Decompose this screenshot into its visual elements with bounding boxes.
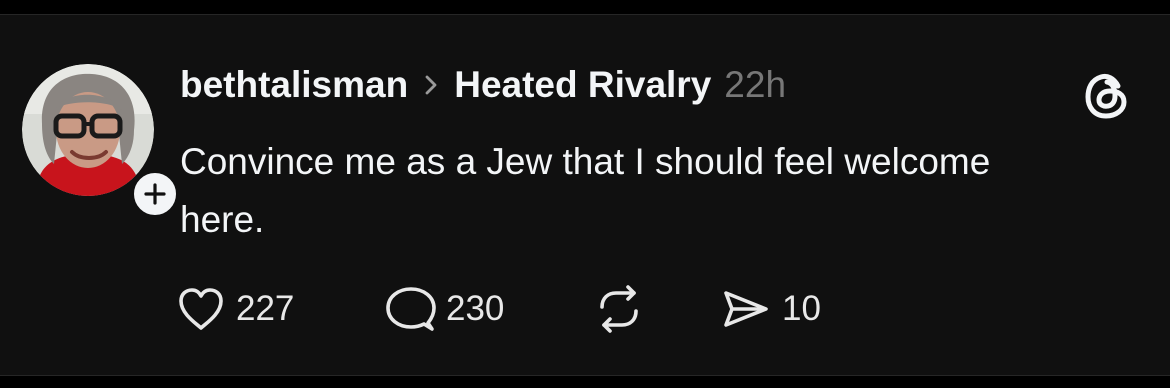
avatar-container bbox=[22, 64, 180, 219]
share-button[interactable]: 10 bbox=[720, 287, 821, 331]
repost-icon bbox=[600, 285, 638, 333]
like-button[interactable]: 227 bbox=[176, 286, 384, 332]
share-count: 10 bbox=[782, 289, 821, 328]
action-bar: 227 230 10 bbox=[176, 285, 821, 333]
heart-icon bbox=[179, 288, 223, 330]
username-link[interactable]: bethtalisman bbox=[180, 61, 408, 109]
follow-button[interactable] bbox=[130, 169, 180, 219]
comment-bubble-icon bbox=[386, 287, 436, 331]
threads-logo-icon[interactable] bbox=[1080, 69, 1134, 123]
reply-count: 230 bbox=[446, 289, 505, 328]
plus-icon bbox=[144, 183, 166, 205]
post-card[interactable]: bethtalisman Heated Rivalry 22h Convince… bbox=[0, 14, 1170, 376]
post-text: Convince me as a Jew that I should feel … bbox=[180, 141, 991, 240]
like-count: 227 bbox=[236, 289, 295, 328]
reply-button[interactable]: 230 bbox=[384, 285, 594, 333]
repost-button[interactable] bbox=[594, 285, 720, 333]
chevron-right-icon bbox=[424, 74, 438, 96]
send-icon bbox=[724, 291, 768, 327]
post-timestamp[interactable]: 22h bbox=[724, 61, 786, 109]
avatar[interactable] bbox=[22, 64, 154, 196]
post-header: bethtalisman Heated Rivalry 22h bbox=[180, 61, 786, 109]
community-link[interactable]: Heated Rivalry bbox=[454, 61, 711, 109]
